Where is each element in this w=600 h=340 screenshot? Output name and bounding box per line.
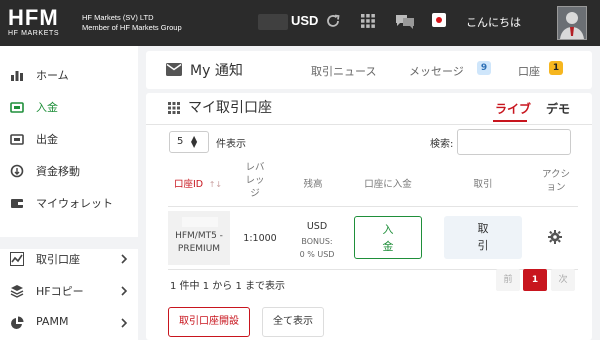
grid-icon (168, 102, 180, 114)
page-size-value: 5 (177, 136, 184, 147)
sidebar-item-label: 資金移動 (36, 165, 80, 178)
page-size-select[interactable]: 5 ▲ ▼ (169, 131, 209, 153)
chevron-right-icon (121, 254, 128, 264)
sidebar-item-deposit[interactable]: 入金 (0, 91, 138, 123)
sidebar-item-label: マイウォレット (36, 197, 113, 210)
balance-currency: USD (306, 221, 328, 232)
notifications-card: My 通知 取引ニュース メッセージ 9 口座 1 (146, 51, 592, 89)
sidebar-item-hf-copy[interactable]: HFコピー (0, 275, 138, 307)
column-header-deposit: 口座に入金 (364, 179, 412, 190)
column-header-label: 口座ID (174, 179, 204, 190)
chevron-right-icon (121, 286, 128, 296)
chevron-right-icon (121, 318, 128, 328)
balance-currency: USD (291, 13, 319, 28)
active-tab-indicator (493, 120, 527, 122)
top-bar: HFM HF MARKETS HF Markets (SV) LTD Membe… (0, 0, 600, 46)
column-header-trade: 取引 (473, 179, 493, 190)
trading-accounts-card: マイ取引口座 ライブ デモ 5 ▲ ▼ 件表示 検索: 口座ID ↑↓ レバ レッ… (146, 93, 592, 340)
sidebar-item-label: HFコピー (36, 285, 84, 298)
sidebar-item-pamm[interactable]: PAMM (0, 307, 138, 339)
pagination-info: 1 件中 1 から 1 まで表示 (170, 281, 285, 292)
company-line-1: HF Markets (SV) LTD (82, 13, 154, 22)
leverage-value: 1:1000 (243, 233, 277, 244)
company-line-2: Member of HF Markets Group (82, 23, 182, 32)
sidebar-item-label: ホーム (36, 69, 69, 82)
column-header-leverage[interactable]: レバ レッ ジ (242, 161, 268, 200)
pagination-next[interactable]: 次 (551, 269, 575, 291)
sidebar-item-withdraw[interactable]: 出金 (0, 123, 138, 155)
show-all-button[interactable]: 全て表示 (262, 307, 324, 337)
tab-demo[interactable]: デモ (546, 100, 570, 117)
pie-chart-icon (11, 316, 24, 329)
chat-icon[interactable] (395, 13, 415, 30)
bonus-label: BONUS: (301, 237, 333, 246)
logo-text: HFM (8, 5, 59, 30)
search-label: 検索: (430, 139, 454, 150)
select-arrows-icon: ▲ ▼ (191, 134, 198, 149)
balance-value (258, 14, 288, 30)
logo-subtitle: HF MARKETS (8, 30, 60, 37)
tab-trading-news[interactable]: 取引ニュース (311, 63, 376, 79)
sidebar-item-label: 取引口座 (36, 253, 80, 266)
wallet-icon (11, 199, 23, 208)
column-header-account-id[interactable]: 口座ID ↑↓ (174, 178, 234, 191)
column-header-action: アクシ ョン (541, 169, 571, 193)
tab-live[interactable]: ライブ (495, 100, 531, 117)
trade-button[interactable]: 取 引 (444, 216, 522, 259)
tab-messages[interactable]: メッセージ (409, 63, 464, 79)
deposit-icon (10, 102, 24, 113)
sidebar-item-transfer[interactable]: 資金移動 (0, 155, 138, 187)
divider (146, 124, 592, 125)
layers-icon (10, 285, 24, 298)
sidebar: ホーム 入金 出金 資金移動 マイウォレット 取引口座 HFコピー PAMM (0, 46, 138, 340)
hfm-logo[interactable]: HFM HF MARKETS (8, 7, 76, 39)
page-size-suffix: 件表示 (216, 139, 246, 150)
avatar[interactable] (557, 6, 587, 40)
search-input[interactable] (457, 129, 571, 155)
sidebar-item-label: 出金 (36, 133, 58, 146)
line-chart-icon (10, 252, 24, 266)
sidebar-item-wallet[interactable]: マイウォレット (0, 187, 138, 219)
pagination-prev[interactable]: 前 (496, 269, 520, 291)
balance-cell: USD BONUS: 0 % USD (288, 220, 346, 261)
apps-grid-icon[interactable] (360, 13, 376, 29)
withdraw-icon (10, 134, 24, 145)
sort-icon: ↑↓ (206, 180, 223, 189)
deposit-button[interactable]: 入 金 (354, 216, 422, 259)
accounts-title: マイ取引口座 (188, 100, 272, 116)
transfer-icon (10, 164, 24, 178)
sidebar-item-label: PAMM (36, 315, 69, 328)
greeting-text: こんにちは (466, 16, 521, 29)
japan-flag-icon[interactable] (432, 13, 446, 27)
mail-icon (166, 63, 182, 76)
company-info: HF Markets (SV) LTD Member of HF Markets… (82, 13, 182, 33)
refresh-icon[interactable] (324, 12, 342, 30)
account-id-value (182, 217, 218, 227)
sidebar-item-label: 入金 (36, 101, 58, 114)
bonus-value: 0 % USD (299, 250, 335, 259)
bar-chart-icon (11, 71, 23, 81)
pagination-page-1[interactable]: 1 (523, 269, 547, 291)
accounts-count-badge: 1 (549, 61, 563, 75)
notifications-title: My 通知 (190, 63, 243, 79)
gear-icon[interactable] (548, 230, 562, 244)
open-account-button[interactable]: 取引口座開設 (168, 307, 250, 337)
table-header-divider (168, 206, 578, 207)
account-type: HFM/MT5 - PREMIUM (175, 231, 223, 254)
column-header-balance[interactable]: 残高 (296, 178, 330, 191)
tab-accounts[interactable]: 口座 (518, 63, 540, 79)
messages-count-badge: 9 (477, 61, 491, 75)
sidebar-item-trading-accounts[interactable]: 取引口座 (0, 243, 138, 275)
sidebar-item-home[interactable]: ホーム (0, 59, 138, 91)
